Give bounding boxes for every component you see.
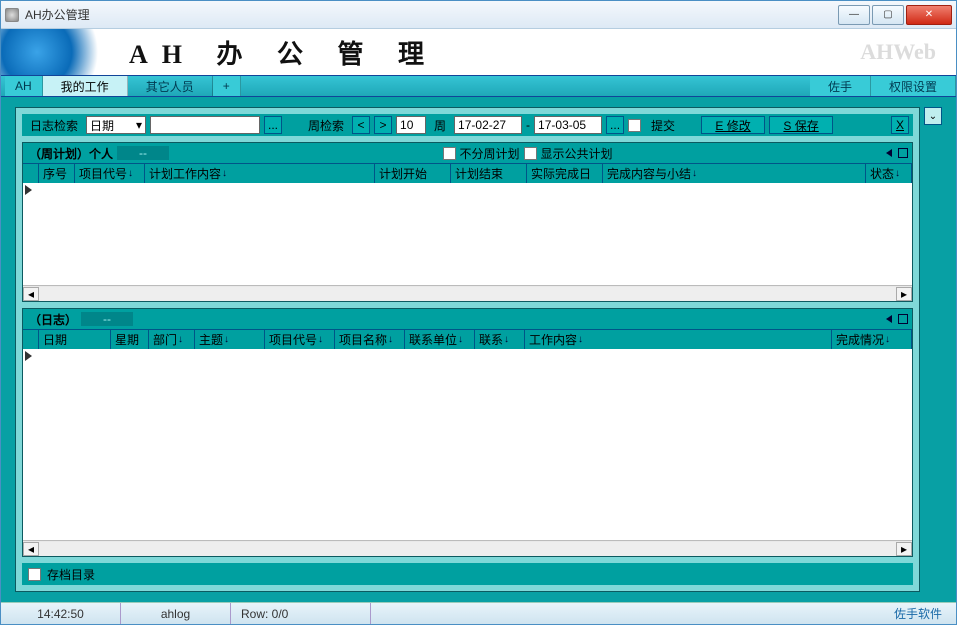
col-completion[interactable]: 完成情况↓ (832, 330, 912, 349)
panel1-prev-icon[interactable] (886, 149, 892, 157)
scroll-right-icon[interactable]: ▸ (896, 287, 912, 301)
titlebar: AH办公管理 — ▢ ✕ (1, 1, 956, 29)
col-work-content[interactable]: 工作内容↓ (525, 330, 832, 349)
status-time: 14:42:50 (1, 603, 121, 624)
row-marker-icon (25, 185, 32, 195)
col-contact-unit[interactable]: 联系单位↓ (405, 330, 475, 349)
banner: AH 办 公 管 理 AHWeb (1, 29, 956, 75)
tab-zuoshou[interactable]: 佐手 (810, 76, 871, 96)
log-body (23, 349, 912, 540)
toolbar-x-button[interactable]: X (891, 116, 909, 134)
week-search-label: 周检索 (304, 117, 348, 134)
search-type-value: 日期 (90, 117, 114, 134)
status-name: ahlog (121, 603, 231, 624)
weekly-plan-panel: （周计划）个人 -- 不分周计划 显示公共计划 序号 项目代号↓ 计划工作内容↓ (22, 142, 913, 302)
scroll-left-icon[interactable]: ◂ (23, 287, 39, 301)
status-row: Row: 0/0 (231, 603, 371, 624)
date-browse-button[interactable]: ... (606, 116, 624, 134)
search-browse-button[interactable]: ... (264, 116, 282, 134)
save-button[interactable]: S 保存 (769, 116, 833, 134)
tab-ah[interactable]: AH (5, 76, 43, 96)
surface: 日志检索 日期 ▾ ... 周检索 < > 10 周 17-02-27 - 17… (15, 107, 920, 592)
log-panel: （日志） -- 日期 星期 部门↓ 主题↓ 项目代号↓ 项目名称↓ (22, 308, 913, 557)
panel1-box-icon[interactable] (898, 148, 908, 158)
banner-brand: AHWeb (860, 39, 936, 65)
col-weekday[interactable]: 星期 (111, 330, 149, 349)
chevron-down-icon: ⌄ (929, 111, 937, 122)
weekly-plan-header: （周计划）个人 -- 不分周计划 显示公共计划 (23, 143, 912, 163)
workspace: 日志检索 日期 ▾ ... 周检索 < > 10 周 17-02-27 - 17… (1, 97, 956, 602)
no-weekly-checkbox[interactable]: 不分周计划 (443, 145, 520, 162)
week-word: 周 (430, 117, 450, 134)
log-title: （日志） (29, 311, 77, 328)
search-label: 日志检索 (26, 117, 82, 134)
log-header: （日志） -- (23, 309, 912, 329)
week-prev-button[interactable]: < (352, 116, 370, 134)
app-window: AH办公管理 — ▢ ✕ AH 办 公 管 理 AHWeb AH 我的工作 其它… (0, 0, 957, 625)
row-gutter (23, 330, 39, 349)
statusbar: 14:42:50 ahlog Row: 0/0 佐手软件 (1, 602, 956, 624)
submit-label: 提交 (647, 117, 679, 134)
archive-label: 存档目录 (47, 566, 95, 583)
weekly-plan-dash: -- (117, 146, 169, 160)
tab-mywork[interactable]: 我的工作 (43, 76, 128, 96)
weekly-plan-hscroll[interactable]: ◂ ▸ (23, 285, 912, 301)
archive-row: 存档目录 (22, 563, 913, 585)
week-number-field[interactable]: 10 (396, 116, 426, 134)
row-gutter (23, 164, 39, 183)
search-toolbar: 日志检索 日期 ▾ ... 周检索 < > 10 周 17-02-27 - 17… (22, 114, 913, 136)
col-proj-code[interactable]: 项目代号↓ (75, 164, 145, 183)
panel2-prev-icon[interactable] (886, 315, 892, 323)
scroll-thumb[interactable] (39, 542, 896, 556)
edit-button[interactable]: E 修改 (701, 116, 765, 134)
col-plan-content[interactable]: 计划工作内容↓ (145, 164, 375, 183)
search-input[interactable] (150, 116, 260, 134)
weekly-plan-columns: 序号 项目代号↓ 计划工作内容↓ 计划开始 计划结束 实际完成日 完成内容与小结… (23, 163, 912, 183)
side-collapse-button[interactable]: ⌄ (924, 107, 942, 125)
date-to-field[interactable]: 17-03-05 (534, 116, 602, 134)
scroll-right-icon[interactable]: ▸ (896, 542, 912, 556)
log-columns: 日期 星期 部门↓ 主题↓ 项目代号↓ 项目名称↓ 联系单位↓ 联系↓ 工作内容… (23, 329, 912, 349)
maximize-button[interactable]: ▢ (872, 5, 904, 25)
col-plan-start[interactable]: 计划开始 (375, 164, 451, 183)
row-marker-icon (25, 351, 32, 361)
tab-add[interactable]: + (213, 76, 241, 96)
weekly-plan-title: （周计划）个人 (29, 145, 113, 162)
banner-graphic (1, 29, 121, 75)
panel2-box-icon[interactable] (898, 314, 908, 324)
date-from-field[interactable]: 17-02-27 (454, 116, 522, 134)
status-brand: 佐手软件 (880, 605, 956, 622)
chevron-down-icon: ▾ (136, 118, 142, 132)
weekly-plan-body (23, 183, 912, 285)
search-type-select[interactable]: 日期 ▾ (86, 116, 146, 134)
col-date[interactable]: 日期 (39, 330, 111, 349)
week-next-button[interactable]: > (374, 116, 392, 134)
scroll-thumb[interactable] (39, 287, 896, 301)
app-icon (5, 8, 19, 22)
banner-title: AH 办 公 管 理 (129, 34, 438, 71)
archive-checkbox[interactable] (28, 568, 41, 581)
date-dash: - (526, 118, 530, 132)
tab-permissions[interactable]: 权限设置 (871, 76, 956, 96)
submit-checkbox[interactable] (628, 119, 641, 132)
col-proj-code2[interactable]: 项目代号↓ (265, 330, 335, 349)
close-button[interactable]: ✕ (906, 5, 952, 25)
col-seq: 序号 (39, 164, 75, 183)
tab-others[interactable]: 其它人员 (128, 76, 213, 96)
log-hscroll[interactable]: ◂ ▸ (23, 540, 912, 556)
log-dash: -- (81, 312, 133, 326)
minimize-button[interactable]: — (838, 5, 870, 25)
scroll-left-icon[interactable]: ◂ (23, 542, 39, 556)
col-status[interactable]: 状态↓ (866, 164, 912, 183)
col-topic[interactable]: 主题↓ (195, 330, 265, 349)
col-actual-done[interactable]: 实际完成日 (527, 164, 603, 183)
col-plan-end[interactable]: 计划结束 (451, 164, 527, 183)
col-summary[interactable]: 完成内容与小结↓ (603, 164, 866, 183)
window-title: AH办公管理 (25, 6, 90, 23)
show-public-checkbox[interactable]: 显示公共计划 (524, 145, 613, 162)
tabstrip: AH 我的工作 其它人员 + 佐手 权限设置 (1, 75, 956, 97)
col-contact[interactable]: 联系↓ (475, 330, 525, 349)
col-dept[interactable]: 部门↓ (149, 330, 195, 349)
col-proj-name[interactable]: 项目名称↓ (335, 330, 405, 349)
